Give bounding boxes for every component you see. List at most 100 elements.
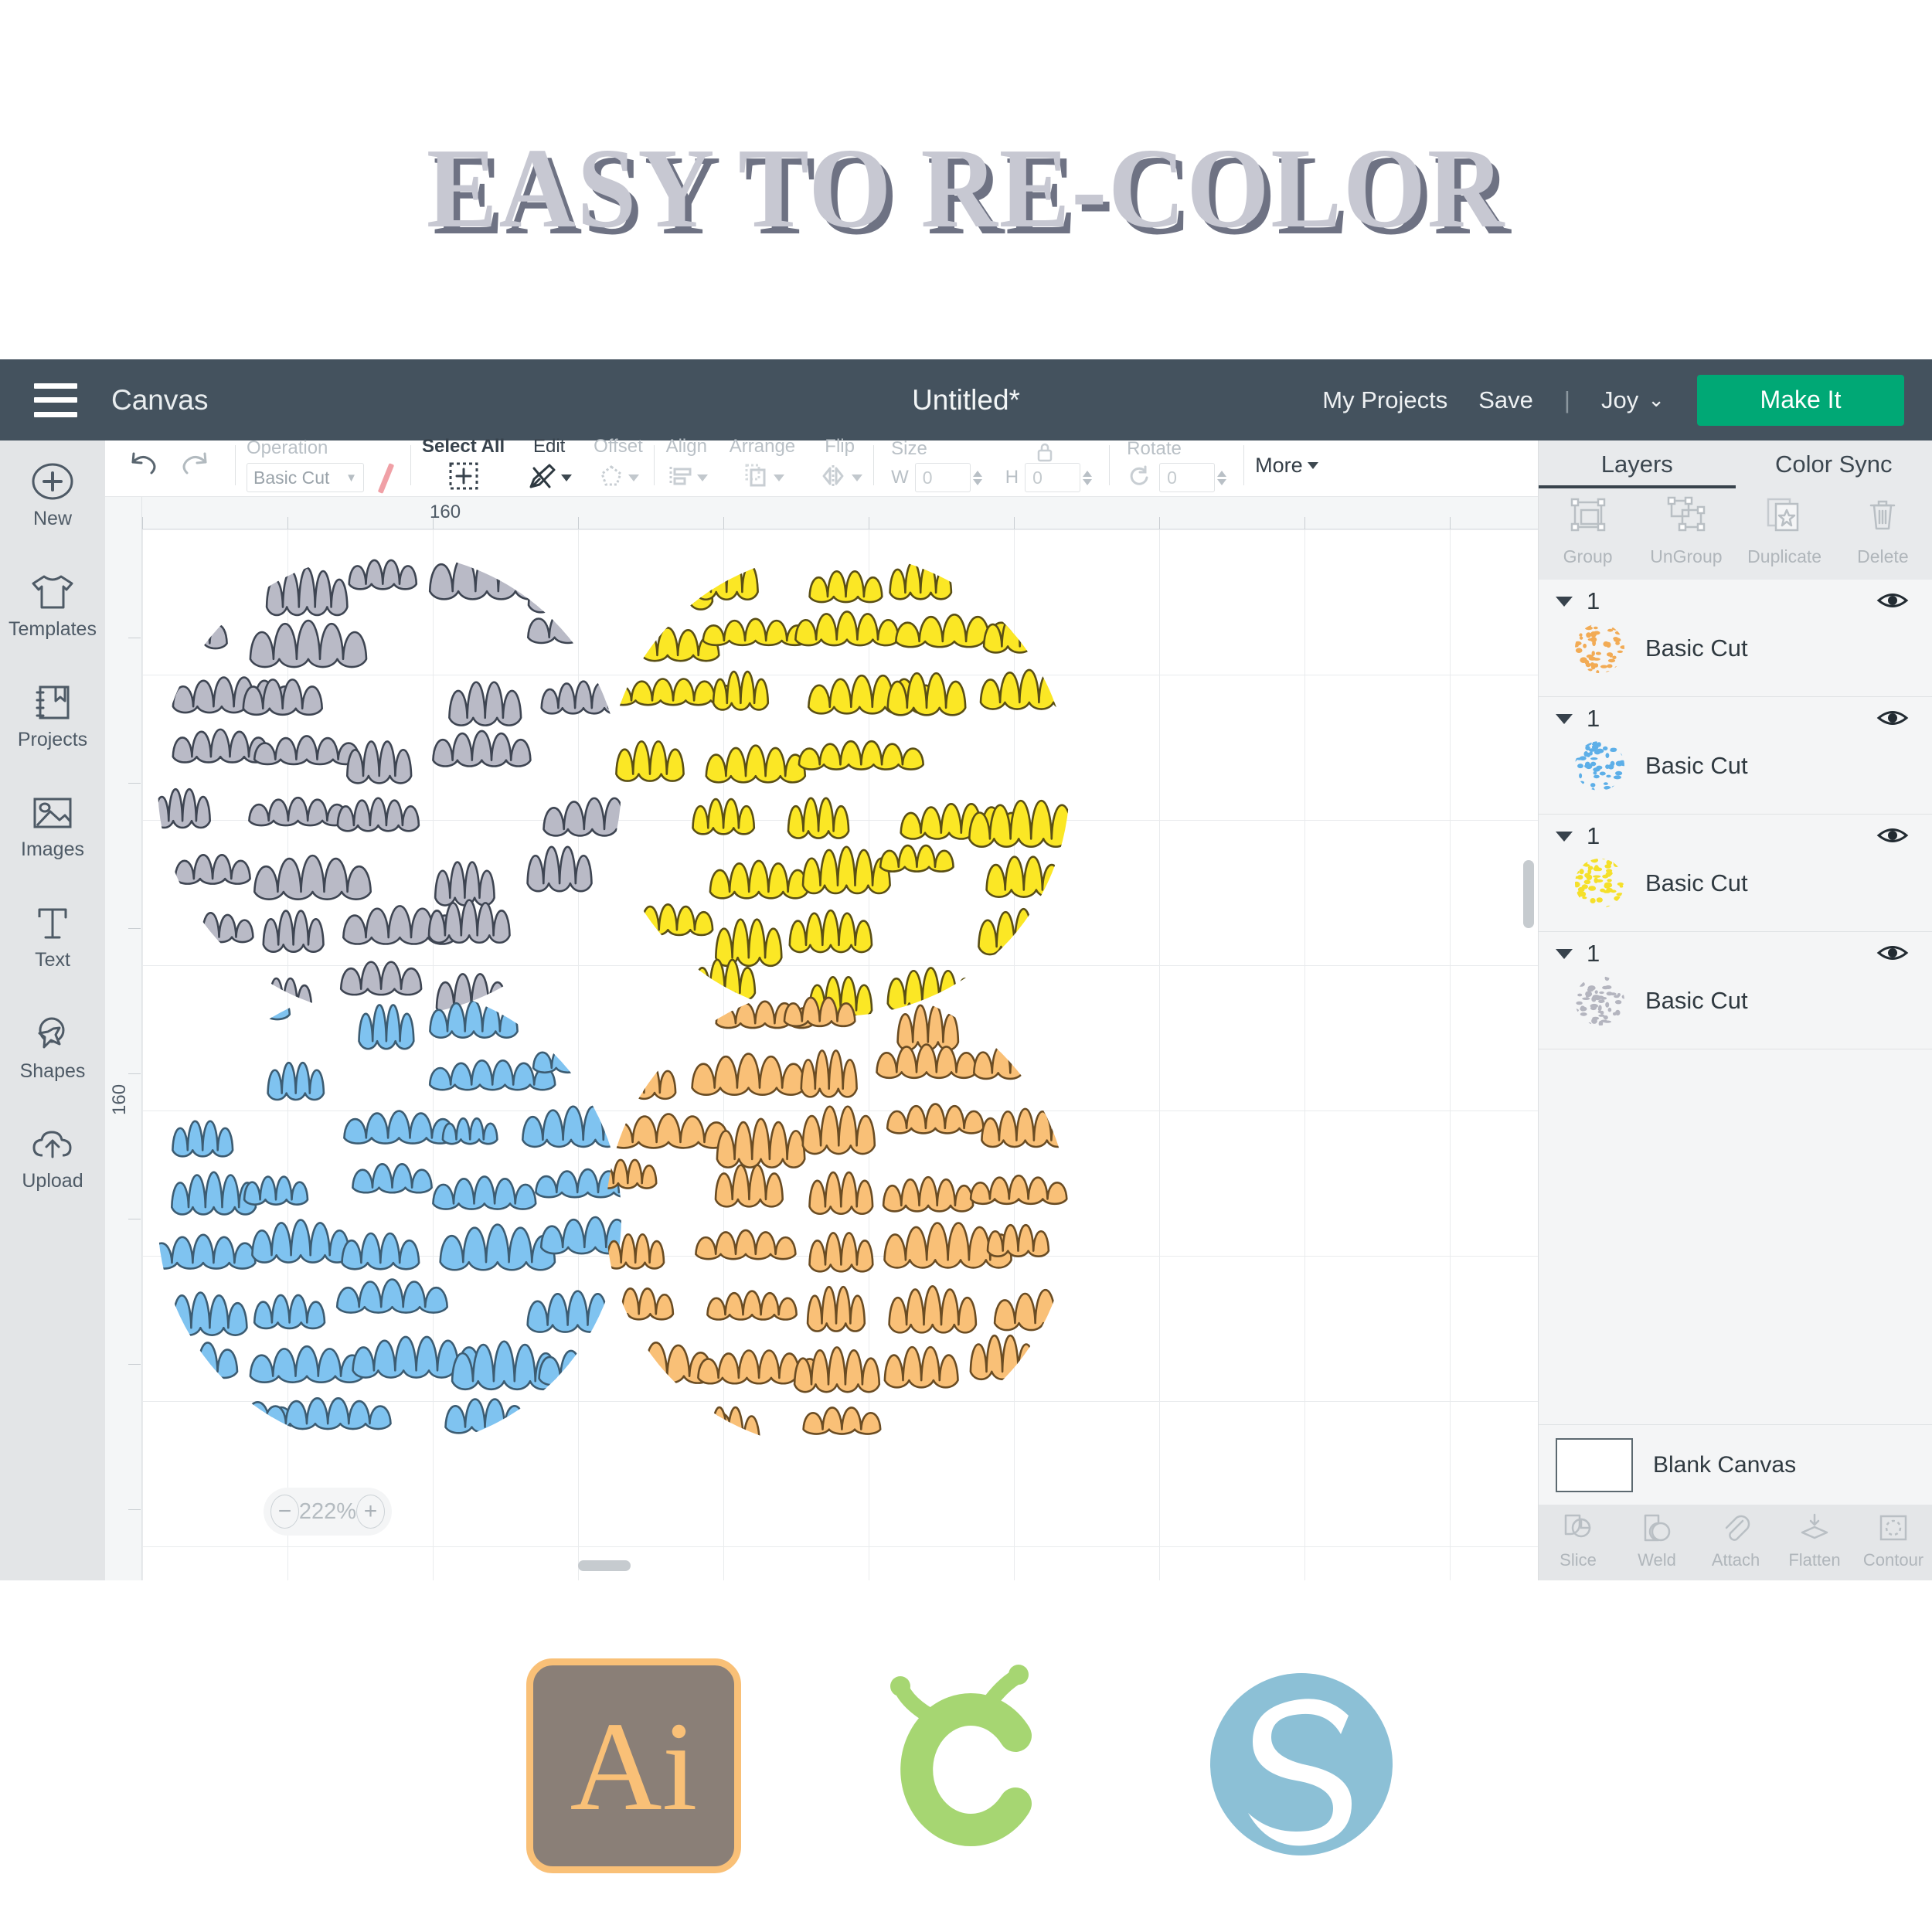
blue-cloud-circle[interactable] (151, 989, 667, 1434)
sidebar-item-images[interactable]: Images (0, 772, 105, 883)
layer-list[interactable]: 1 Basic Cut 1 Basic Cut 1 Basic Cut 1 Basic Cut (1539, 580, 1932, 1425)
layer-row[interactable]: 1 Basic Cut (1539, 932, 1932, 1049)
rotate-group: Rotate 0 (1110, 437, 1243, 494)
width-value: 0 (922, 467, 933, 488)
orange-cloud-circle[interactable] (599, 995, 1117, 1451)
adobe-illustrator-logo: Ai (526, 1658, 741, 1873)
zoom-out-button[interactable]: − (270, 1495, 299, 1529)
contour-button[interactable]: Contour (1854, 1511, 1932, 1580)
rotate-input[interactable]: 0 (1159, 463, 1216, 492)
align-button[interactable] (665, 461, 708, 495)
sidebar-item-text[interactable]: Text (0, 883, 105, 993)
chevron-down-icon[interactable]: ⌄ (1648, 388, 1665, 412)
lock-icon[interactable] (1035, 440, 1055, 468)
layer-row[interactable]: 1 Basic Cut (1539, 580, 1932, 697)
canvas-label[interactable]: Canvas (111, 384, 208, 417)
action-label: UnGroup (1650, 546, 1723, 566)
design-canvas[interactable]: 160 160 − 222% + (105, 497, 1538, 1580)
cloud-pattern-artwork[interactable] (142, 529, 1538, 1580)
layer-row[interactable]: 1 Basic Cut (1539, 697, 1932, 815)
sidebar-item-new[interactable]: New (0, 440, 105, 551)
flatten-button[interactable]: Flatten (1775, 1511, 1854, 1580)
weld-button[interactable]: Weld (1617, 1511, 1696, 1580)
rotate-stepper[interactable] (1217, 470, 1233, 485)
ungroup-button[interactable]: UnGroup (1637, 495, 1735, 580)
edit-button[interactable] (526, 461, 573, 495)
horizontal-scrollbar[interactable] (578, 1560, 631, 1571)
chevron-down-icon[interactable] (1556, 596, 1573, 607)
ruler-vertical: 160 (105, 497, 142, 1580)
operation-select[interactable]: Basic Cut ▼ (247, 463, 364, 492)
layer-row[interactable]: 1 Basic Cut (1539, 815, 1932, 932)
save-button[interactable]: Save (1478, 386, 1533, 414)
zoom-in-button[interactable]: + (356, 1495, 385, 1529)
offset-button[interactable] (597, 461, 640, 495)
action-label: Delete (1857, 546, 1909, 566)
height-stepper[interactable] (1083, 470, 1098, 485)
layer-content[interactable]: Basic Cut (1539, 623, 1932, 674)
gray-cloud-circle[interactable] (155, 553, 665, 1016)
tab-color-sync[interactable]: Color Sync (1736, 440, 1932, 488)
width-label: W (891, 467, 909, 488)
arrange-button[interactable] (740, 461, 784, 495)
blank-canvas-label: Blank Canvas (1653, 1451, 1797, 1478)
chevron-down-icon[interactable] (1556, 948, 1573, 959)
width-stepper[interactable] (972, 470, 988, 485)
eye-icon[interactable] (1876, 706, 1910, 733)
canvas-grid[interactable] (142, 529, 1538, 1580)
bookmark-book-icon (32, 683, 73, 722)
chevron-down-icon[interactable] (1556, 713, 1573, 724)
select-all-icon[interactable] (447, 461, 481, 495)
machine-selector-label[interactable]: Joy (1601, 386, 1638, 414)
blank-canvas-row[interactable]: Blank Canvas (1539, 1424, 1932, 1505)
sidebar-item-templates[interactable]: Templates (0, 551, 105, 662)
layer-content[interactable]: Basic Cut (1539, 858, 1932, 909)
layer-header[interactable]: 1 (1539, 697, 1932, 740)
attach-button[interactable]: Attach (1696, 1511, 1775, 1580)
layer-content[interactable]: Basic Cut (1539, 975, 1932, 1026)
layer-thumbnail (1574, 623, 1625, 674)
ai-logo-text: Ai (570, 1695, 698, 1837)
height-input[interactable]: 0 (1025, 463, 1081, 492)
duplicate-button[interactable]: Duplicate (1736, 495, 1834, 580)
vertical-scrollbar[interactable] (1523, 860, 1534, 928)
layer-header[interactable]: 1 (1539, 932, 1932, 975)
eye-icon[interactable] (1876, 824, 1910, 851)
layer-name: Basic Cut (1645, 752, 1748, 779)
hamburger-icon[interactable] (34, 383, 77, 417)
sidebar-item-upload[interactable]: Upload (0, 1104, 105, 1214)
layer-content[interactable]: Basic Cut (1539, 740, 1932, 791)
cricut-design-space-logo (857, 1652, 1081, 1880)
edit-pencil-scissors-icon (526, 461, 559, 495)
sidebar-item-projects[interactable]: Projects (0, 662, 105, 772)
flip-group: Flip (806, 435, 873, 495)
redo-icon[interactable] (178, 448, 213, 483)
line-color-swatch[interactable] (373, 462, 400, 494)
tab-layers[interactable]: Layers (1539, 440, 1736, 488)
more-button[interactable]: More (1255, 454, 1318, 478)
my-projects-link[interactable]: My Projects (1322, 386, 1447, 414)
yellow-cloud-circle[interactable] (609, 553, 1095, 1017)
more-group: More (1244, 437, 1329, 494)
eye-icon[interactable] (1876, 941, 1910, 968)
make-it-button[interactable]: Make It (1697, 374, 1904, 426)
page-title: EASY TO RE-COLOR (426, 125, 1506, 252)
layer-header[interactable]: 1 (1539, 815, 1932, 858)
slice-button[interactable]: Slice (1539, 1511, 1617, 1580)
layer-name: Basic Cut (1645, 987, 1748, 1014)
app-topbar: Canvas Untitled* My Projects Save | Joy … (0, 359, 1932, 440)
contour-icon (1876, 1511, 1911, 1549)
shape-tools: Slice Weld Attach Flatten Contour (1539, 1505, 1932, 1580)
group-button[interactable]: Group (1539, 495, 1637, 580)
flip-label: Flip (825, 435, 855, 457)
sidebar-item-shapes[interactable]: Shapes (0, 993, 105, 1104)
width-input[interactable]: 0 (914, 463, 971, 492)
tool-label: Flatten (1788, 1550, 1841, 1570)
zoom-control: − 222% + (264, 1488, 392, 1536)
flip-button[interactable] (817, 461, 863, 495)
delete-button[interactable]: Delete (1834, 495, 1932, 580)
eye-icon[interactable] (1876, 589, 1910, 616)
layer-header[interactable]: 1 (1539, 580, 1932, 623)
chevron-down-icon[interactable] (1556, 831, 1573, 842)
undo-icon[interactable] (125, 448, 161, 483)
